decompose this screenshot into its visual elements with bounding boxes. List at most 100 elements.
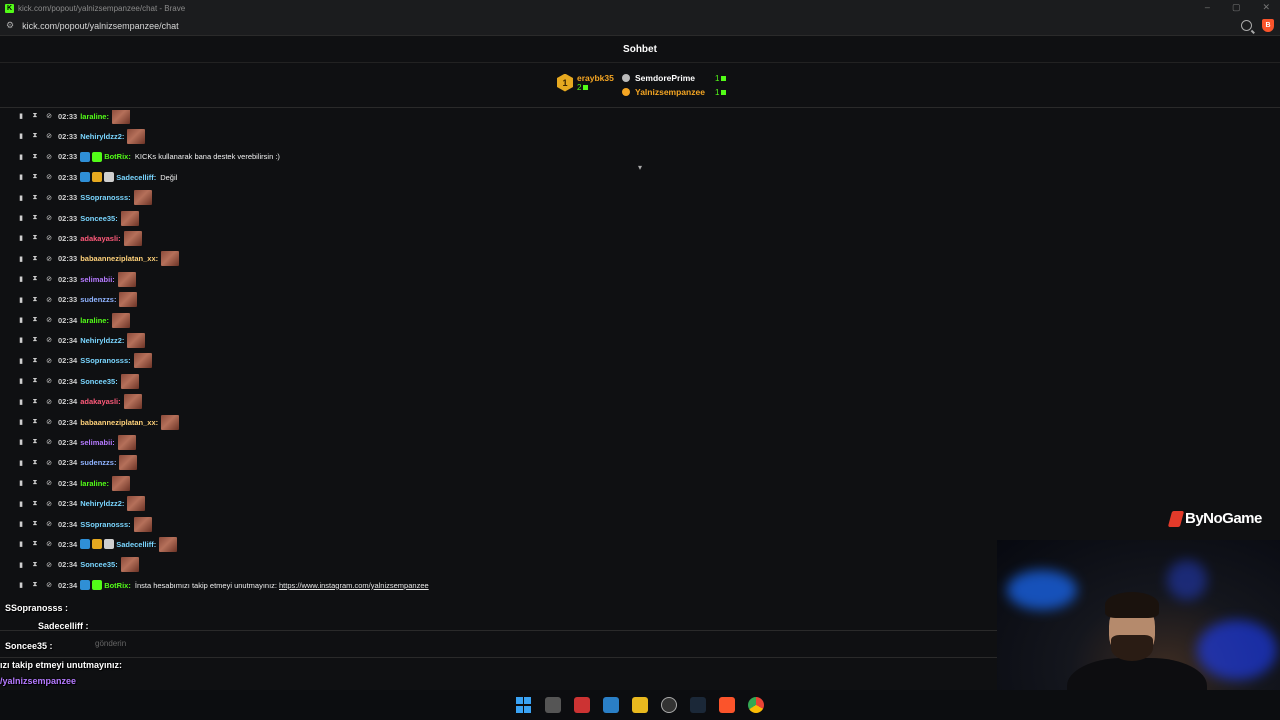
message-username[interactable]: BotRix: (104, 152, 131, 161)
ban-icon[interactable]: ⊘ (42, 132, 56, 140)
timeout-icon[interactable]: ⧗ (28, 540, 42, 548)
brave-shield-icon[interactable]: B (1262, 19, 1274, 32)
ban-icon[interactable]: ⊘ (42, 112, 56, 120)
ban-icon[interactable]: ⊘ (42, 479, 56, 487)
message-username[interactable]: Nehiryldzz2: (80, 132, 124, 141)
delete-icon[interactable]: ▮ (14, 214, 28, 222)
timeout-icon[interactable]: ⧗ (28, 153, 42, 161)
message-username[interactable]: BotRix: (104, 581, 131, 590)
ban-icon[interactable]: ⊘ (42, 296, 56, 304)
delete-icon[interactable]: ▮ (14, 520, 28, 528)
delete-icon[interactable]: ▮ (14, 132, 28, 140)
delete-icon[interactable]: ▮ (14, 112, 28, 120)
delete-icon[interactable]: ▮ (14, 336, 28, 344)
message-username[interactable]: babaanneziplatan_xx: (80, 254, 158, 263)
delete-icon[interactable]: ▮ (14, 296, 28, 304)
timeout-icon[interactable]: ⧗ (28, 418, 42, 426)
site-settings-icon[interactable]: ⚙ (6, 20, 14, 31)
delete-icon[interactable]: ▮ (14, 153, 28, 161)
chrome-icon[interactable] (748, 697, 764, 713)
maximize-icon[interactable]: ▢ (1232, 2, 1241, 13)
timeout-icon[interactable]: ⧗ (28, 173, 42, 181)
timeout-icon[interactable]: ⧗ (28, 479, 42, 487)
delete-icon[interactable]: ▮ (14, 377, 28, 385)
ban-icon[interactable]: ⊘ (42, 561, 56, 569)
message-username[interactable]: Soncee35: (80, 560, 118, 569)
delete-icon[interactable]: ▮ (14, 540, 28, 548)
ban-icon[interactable]: ⊘ (42, 336, 56, 344)
timeout-icon[interactable]: ⧗ (28, 438, 42, 446)
ban-icon[interactable]: ⊘ (42, 418, 56, 426)
timeout-icon[interactable]: ⧗ (28, 561, 42, 569)
brave-icon[interactable] (719, 697, 735, 713)
message-username[interactable]: SSopranosss: (80, 356, 130, 365)
message-username[interactable]: laraline: (80, 479, 109, 488)
ban-icon[interactable]: ⊘ (42, 173, 56, 181)
ban-icon[interactable]: ⊘ (42, 459, 56, 467)
message-username[interactable]: adakayasli: (80, 234, 120, 243)
leaderboard-first[interactable]: 1 eraybk35 2 (557, 73, 614, 92)
ban-icon[interactable]: ⊘ (42, 255, 56, 263)
obs-icon[interactable] (661, 697, 677, 713)
ban-icon[interactable]: ⊘ (42, 194, 56, 202)
message-username[interactable]: Sadecelliff: (116, 540, 156, 549)
delete-icon[interactable]: ▮ (14, 255, 28, 263)
delete-icon[interactable]: ▮ (14, 561, 28, 569)
delete-icon[interactable]: ▮ (14, 581, 28, 589)
ban-icon[interactable]: ⊘ (42, 500, 56, 508)
delete-icon[interactable]: ▮ (14, 316, 28, 324)
timeout-icon[interactable]: ⧗ (28, 194, 42, 202)
timeout-icon[interactable]: ⧗ (28, 255, 42, 263)
ban-icon[interactable]: ⊘ (42, 153, 56, 161)
message-username[interactable]: laraline: (80, 316, 109, 325)
message-username[interactable]: SSopranosss: (80, 520, 130, 529)
message-username[interactable]: Soncee35: (80, 214, 118, 223)
delete-icon[interactable]: ▮ (14, 357, 28, 365)
timeout-icon[interactable]: ⧗ (28, 234, 42, 242)
message-username[interactable]: SSopranosss: (80, 193, 130, 202)
delete-icon[interactable]: ▮ (14, 275, 28, 283)
ban-icon[interactable]: ⊘ (42, 234, 56, 242)
message-link[interactable]: https://www.instagram.com/yalnizsempanze… (279, 581, 429, 590)
address-bar[interactable]: ⚙ kick.com/popout/yalnizsempanzee/chat B (0, 16, 1280, 36)
message-username[interactable]: selimabii: (80, 438, 115, 447)
ban-icon[interactable]: ⊘ (42, 581, 56, 589)
timeout-icon[interactable]: ⧗ (28, 581, 42, 589)
delete-icon[interactable]: ▮ (14, 500, 28, 508)
timeout-icon[interactable]: ⧗ (28, 377, 42, 385)
ban-icon[interactable]: ⊘ (42, 438, 56, 446)
file-explorer-icon[interactable] (632, 697, 648, 713)
app-icon[interactable] (574, 697, 590, 713)
timeout-icon[interactable]: ⧗ (28, 357, 42, 365)
message-username[interactable]: Nehiryldzz2: (80, 499, 124, 508)
ban-icon[interactable]: ⊘ (42, 520, 56, 528)
ban-icon[interactable]: ⊘ (42, 398, 56, 406)
timeout-icon[interactable]: ⧗ (28, 500, 42, 508)
minimize-icon[interactable]: – (1205, 2, 1210, 13)
delete-icon[interactable]: ▮ (14, 438, 28, 446)
timeout-icon[interactable]: ⧗ (28, 316, 42, 324)
message-username[interactable]: babaanneziplatan_xx: (80, 418, 158, 427)
ban-icon[interactable]: ⊘ (42, 357, 56, 365)
ban-icon[interactable]: ⊘ (42, 377, 56, 385)
message-username[interactable]: Sadecelliff: (116, 173, 156, 182)
delete-icon[interactable]: ▮ (14, 418, 28, 426)
delete-icon[interactable]: ▮ (14, 479, 28, 487)
timeout-icon[interactable]: ⧗ (28, 296, 42, 304)
ban-icon[interactable]: ⊘ (42, 214, 56, 222)
message-username[interactable]: laraline: (80, 112, 109, 121)
delete-icon[interactable]: ▮ (14, 173, 28, 181)
delete-icon[interactable]: ▮ (14, 398, 28, 406)
ban-icon[interactable]: ⊘ (42, 540, 56, 548)
timeout-icon[interactable]: ⧗ (28, 336, 42, 344)
leaderboard-row[interactable]: Yalnizsempanzee 1 (622, 85, 727, 99)
task-view-icon[interactable] (545, 697, 561, 713)
steam-icon[interactable] (690, 697, 706, 713)
message-username[interactable]: Nehiryldzz2: (80, 336, 124, 345)
timeout-icon[interactable]: ⧗ (28, 398, 42, 406)
leaderboard-row[interactable]: SemdorePrime 1 (622, 71, 727, 85)
ban-icon[interactable]: ⊘ (42, 316, 56, 324)
message-username[interactable]: sudenzzs: (80, 458, 116, 467)
message-username[interactable]: Soncee35: (80, 377, 118, 386)
timeout-icon[interactable]: ⧗ (28, 214, 42, 222)
